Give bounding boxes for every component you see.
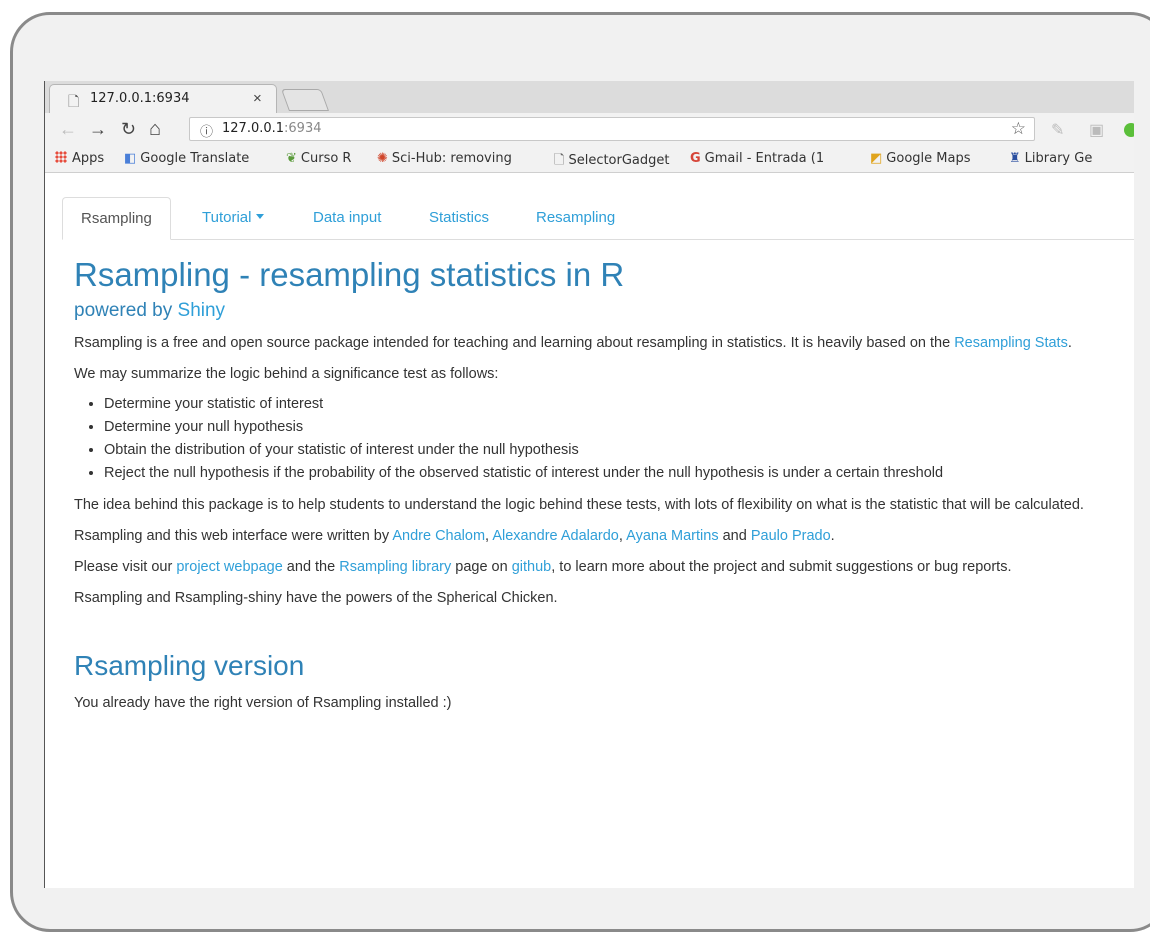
chicken-paragraph: Rsampling and Rsampling-shiny have the p…	[74, 590, 558, 606]
bookmark-google-translate[interactable]: ◧ Google Translate	[124, 151, 249, 166]
bookmark-gmail[interactable]: G Gmail - Entrada (1	[690, 151, 824, 166]
tab-statistics[interactable]: Statistics	[429, 197, 489, 239]
reload-icon[interactable]: ↻	[121, 119, 136, 139]
tab-strip: 🗋 127.0.0.1:6934 ×	[45, 81, 1134, 113]
shiny-link[interactable]: Shiny	[178, 300, 226, 321]
bookmark-sci-hub[interactable]: ✺ Sci-Hub: removing	[377, 151, 512, 166]
steps-list: Determine your statistic of interest Det…	[74, 393, 1134, 485]
home-icon[interactable]: ⌂	[149, 119, 161, 139]
maps-icon: ◩	[870, 151, 883, 166]
tab-tutorial[interactable]: Tutorial	[202, 197, 265, 239]
new-tab-button[interactable]	[280, 89, 330, 111]
list-item: Reject the null hypothesis if the probab…	[104, 462, 1134, 485]
extension-icon[interactable]: ✎	[1051, 120, 1064, 140]
github-link[interactable]: github	[512, 559, 552, 575]
list-item: Obtain the distribution of your statisti…	[104, 439, 1134, 462]
info-icon[interactable]: ⓘ	[200, 121, 213, 140]
url-text[interactable]: 127.0.0.1:6934	[222, 121, 322, 136]
intro-paragraph: Rsampling is a free and open source pack…	[74, 335, 1072, 351]
author-link[interactable]: Alexandre Adalardo	[492, 528, 619, 544]
page-icon: 🗋	[68, 93, 80, 109]
idea-paragraph: The idea behind this package is to help …	[74, 497, 1084, 513]
google-g-icon: G	[690, 151, 701, 166]
app-nav-tabs: Rsampling Tutorial Data input Statistics…	[62, 197, 1134, 240]
bookmark-google-maps[interactable]: ◩ Google Maps	[870, 151, 970, 166]
author-link[interactable]: Paulo Prado	[751, 528, 831, 544]
page-content: Rsampling Tutorial Data input Statistics…	[45, 173, 1134, 888]
resampling-stats-link[interactable]: Resampling Stats	[954, 335, 1068, 351]
author-link[interactable]: Ayana Martins	[626, 528, 718, 544]
screenshot-frame: 🗋 127.0.0.1:6934 × ← → ↻ ⌂ ⓘ 127.0.0.1:6…	[10, 12, 1150, 932]
author-link[interactable]: Andre Chalom	[392, 528, 485, 544]
project-webpage-link[interactable]: project webpage	[176, 559, 282, 575]
address-bar[interactable]: ⓘ 127.0.0.1:6934 ☆	[189, 117, 1035, 141]
page-title: Rsampling - resampling statistics in R	[74, 256, 625, 293]
forward-icon[interactable]: →	[89, 119, 107, 139]
caret-down-icon	[256, 214, 265, 219]
bookmark-library-genesis[interactable]: ♜ Library Ge	[1009, 151, 1092, 166]
tab-title: 127.0.0.1:6934	[90, 91, 190, 106]
page-subtitle: powered by Shiny	[74, 300, 226, 321]
browser-window: 🗋 127.0.0.1:6934 × ← → ↻ ⌂ ⓘ 127.0.0.1:6…	[44, 81, 1134, 888]
main-content: Rsampling - resampling statistics in R p…	[74, 255, 1134, 714]
extension-icon[interactable]: ▣	[1089, 120, 1104, 140]
tab-rsampling[interactable]: Rsampling	[62, 197, 171, 240]
bookmark-apps[interactable]: Apps	[55, 151, 104, 166]
list-item: Determine your null hypothesis	[104, 416, 1134, 439]
rsampling-library-link[interactable]: Rsampling library	[339, 559, 451, 575]
bookmarks-bar: Apps ◧ Google Translate ❦ Curso R ✺ Sci-Hub…	[45, 146, 1134, 173]
apps-grid-icon	[55, 151, 67, 163]
tab-close-button[interactable]: ×	[253, 90, 262, 107]
translate-icon: ◧	[124, 151, 137, 166]
page-icon: 🗋	[554, 153, 565, 168]
curso-r-icon: ❦	[286, 151, 297, 166]
bookmark-star-icon[interactable]: ☆	[1011, 119, 1026, 139]
tab-resampling[interactable]: Resampling	[536, 197, 615, 239]
version-heading: Rsampling version	[74, 650, 305, 681]
back-icon[interactable]: ←	[59, 119, 77, 139]
browser-tab[interactable]: 🗋 127.0.0.1:6934 ×	[49, 84, 277, 113]
extension-status-icon[interactable]	[1124, 123, 1134, 137]
browser-toolbar: ← → ↻ ⌂ ⓘ 127.0.0.1:6934 ☆ ✎ ▣	[45, 113, 1134, 147]
list-item: Determine your statistic of interest	[104, 393, 1134, 416]
authors-paragraph: Rsampling and this web interface were wr…	[74, 528, 835, 544]
version-status: You already have the right version of Rs…	[74, 695, 452, 711]
tab-data-input[interactable]: Data input	[313, 197, 381, 239]
library-icon: ♜	[1009, 151, 1021, 166]
sci-hub-icon: ✺	[377, 151, 388, 166]
bookmark-curso-r[interactable]: ❦ Curso R	[286, 151, 351, 166]
summary-lead: We may summarize the logic behind a sign…	[74, 366, 499, 382]
visit-paragraph: Please visit our project webpage and the…	[74, 559, 1012, 575]
bookmark-selectorgadget[interactable]: 🗋 SelectorGadget	[554, 151, 670, 173]
